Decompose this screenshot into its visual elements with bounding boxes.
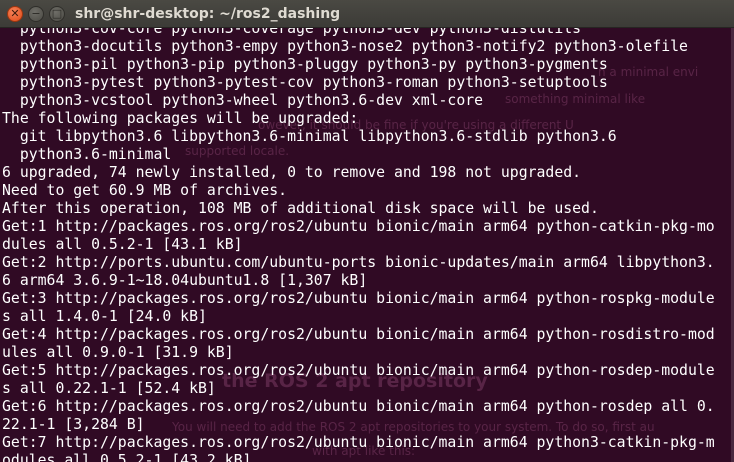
minimize-button[interactable]: −: [28, 5, 44, 22]
terminal-line: Get:4 http://packages.ros.org/ros2/ubunt…: [2, 326, 715, 343]
terminal-line: Get:7 http://packages.ros.org/ros2/ubunt…: [2, 434, 715, 451]
terminal-window: n a minimal envi something minimal like …: [0, 0, 734, 462]
maximize-icon: □: [51, 7, 63, 20]
close-button[interactable]: ✕: [7, 5, 23, 22]
title-bar[interactable]: ✕ − □ shr@shr-desktop: ~/ros2_dashing: [0, 0, 734, 28]
terminal-line: After this operation, 108 MB of addition…: [2, 200, 599, 217]
terminal-line: s all 1.4.0-1 [24.0 kB]: [2, 308, 207, 325]
terminal-line: Need to get 60.9 MB of archives.: [2, 182, 288, 199]
terminal-line: The following packages will be upgraded:: [2, 110, 359, 127]
close-icon: ✕: [10, 7, 20, 20]
terminal-line: Get:6 http://packages.ros.org/ros2/ubunt…: [2, 398, 715, 415]
terminal-line: Get:1 http://packages.ros.org/ros2/ubunt…: [2, 218, 715, 235]
terminal-line: python3-vcstool python3-wheel python3.6-…: [2, 92, 484, 109]
terminal-line: Get:2 http://ports.ubuntu.com/ubuntu-por…: [2, 254, 715, 271]
window-title: shr@shr-desktop: ~/ros2_dashing: [75, 5, 341, 22]
terminal-line: dules all 0.5.2-1 [43.1 kB]: [2, 236, 243, 253]
terminal-line: odules all 0.5.2-1 [43.2 kB]: [2, 452, 252, 462]
terminal-line: python3-docutils python3-empy python3-no…: [2, 38, 688, 55]
terminal-line: python3-pil python3-pip python3-pluggy p…: [2, 56, 608, 73]
terminal-line: Get:3 http://packages.ros.org/ros2/ubunt…: [2, 290, 715, 307]
terminal-line: Get:5 http://packages.ros.org/ros2/ubunt…: [2, 362, 715, 379]
terminal-line: git libpython3.6 libpython3.6-minimal li…: [2, 128, 617, 145]
terminal-line: ules all 0.9.0-1 [31.9 kB]: [2, 344, 234, 361]
maximize-button[interactable]: □: [49, 5, 65, 22]
terminal-line: python3-pytest python3-pytest-cov python…: [2, 74, 608, 91]
minimize-icon: −: [31, 7, 41, 20]
terminal-line: python3.6-minimal: [2, 146, 172, 163]
terminal-line: 6 arm64 3.6.9-1~18.04ubuntu1.8 [1,307 kB…: [2, 272, 368, 289]
terminal-line: 6 upgraded, 74 newly installed, 0 to rem…: [2, 164, 582, 181]
terminal-line: s all 0.22.1-1 [52.4 kB]: [2, 380, 216, 397]
terminal-line: 22.1-1 [3,284 B]: [2, 416, 145, 433]
terminal-output[interactable]: python3-cov-core python3-coverage python…: [0, 20, 734, 462]
